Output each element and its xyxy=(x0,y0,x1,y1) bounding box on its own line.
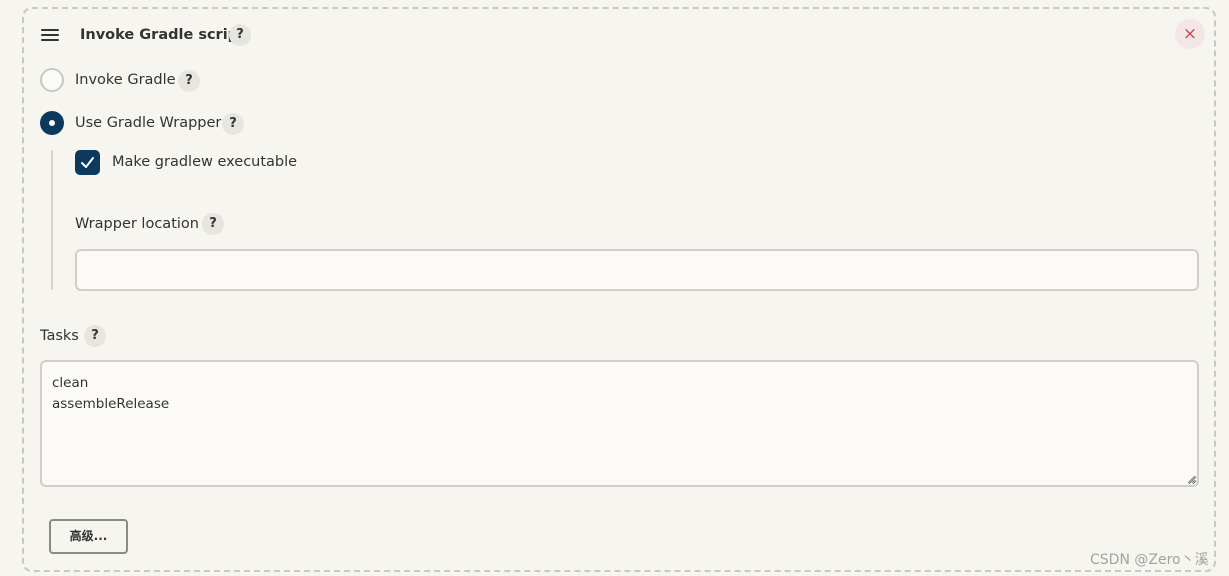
make-gradlew-executable-checkbox[interactable] xyxy=(75,150,100,175)
tasks-textarea[interactable]: clean assembleRelease xyxy=(40,360,1199,487)
tasks-help-icon[interactable]: ? xyxy=(84,325,106,347)
wrapper-location-label: Wrapper location xyxy=(75,216,199,232)
advanced-button[interactable]: 高级... xyxy=(49,519,128,554)
wrapper-location-help-icon[interactable]: ? xyxy=(202,213,224,235)
resize-grip-icon[interactable] xyxy=(1186,474,1196,484)
make-gradlew-executable-label[interactable]: Make gradlew executable xyxy=(112,154,297,170)
invoke-gradle-help-icon[interactable]: ? xyxy=(178,70,200,92)
close-icon: × xyxy=(1182,24,1198,44)
step-title: Invoke Gradle script xyxy=(80,27,245,43)
nested-options-divider xyxy=(51,150,53,290)
tasks-label: Tasks xyxy=(40,328,79,344)
radio-invoke-gradle[interactable] xyxy=(40,68,64,92)
wrapper-location-input[interactable] xyxy=(75,249,1199,291)
drag-handle-icon[interactable] xyxy=(41,29,59,41)
close-button[interactable]: × xyxy=(1175,19,1205,49)
radio-invoke-gradle-label[interactable]: Invoke Gradle xyxy=(75,72,176,88)
watermark: CSDN @Zero丶溪 xyxy=(1090,552,1209,568)
use-wrapper-help-icon[interactable]: ? xyxy=(222,113,244,135)
check-icon xyxy=(81,157,94,168)
radio-use-gradle-wrapper-label[interactable]: Use Gradle Wrapper xyxy=(75,115,221,131)
radio-use-gradle-wrapper[interactable] xyxy=(40,111,64,135)
step-help-icon[interactable]: ? xyxy=(229,24,251,46)
